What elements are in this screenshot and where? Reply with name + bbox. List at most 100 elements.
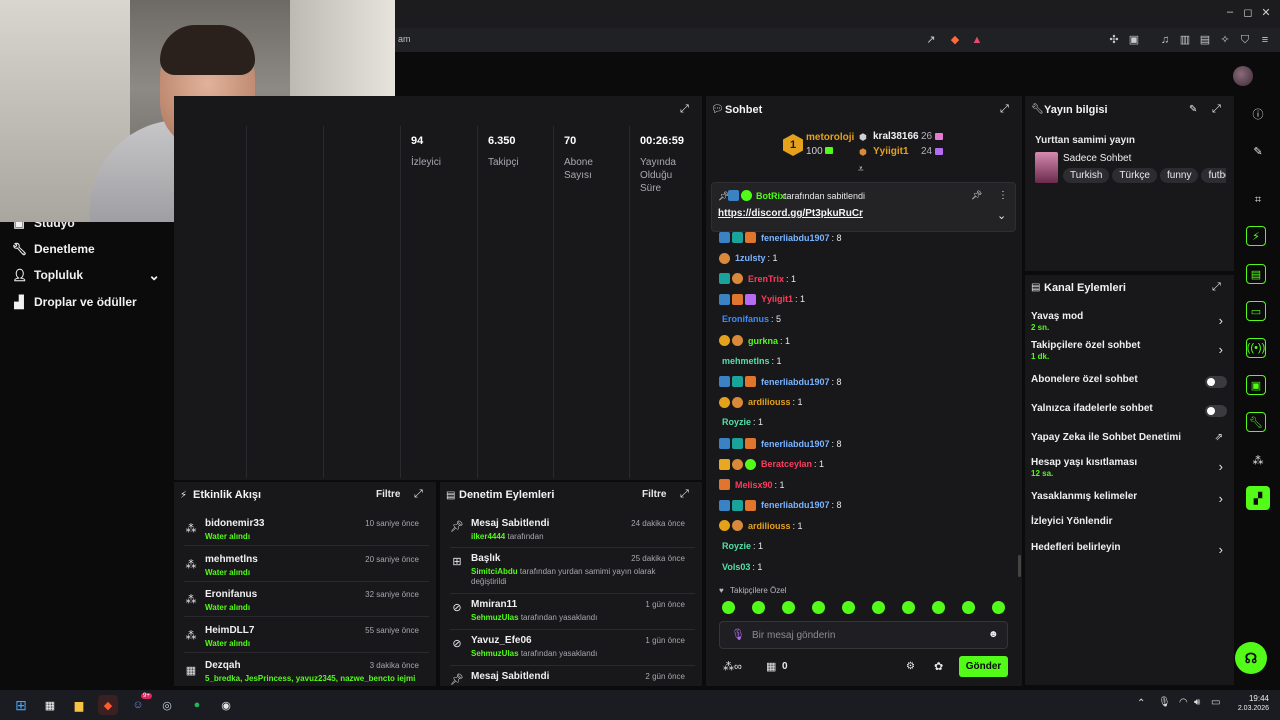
address-bar[interactable] [395,28,1280,52]
chat-username[interactable]: Vols03 [722,562,750,572]
file-explorer-icon[interactable]: ▆ [69,695,89,715]
filter-button[interactable]: Filtre [642,489,666,500]
bot-icon[interactable]: ▞ [1246,486,1270,510]
more-icon[interactable]: ⋮ [998,190,1008,201]
wrench-icon[interactable]: 🔧︎ [1246,412,1266,432]
clock-time[interactable]: 19:44 [1243,694,1269,703]
infinity-icon[interactable]: ⁂∞ [723,660,742,673]
chat-username[interactable]: Royzie [722,417,751,427]
tag[interactable]: funny [1159,168,1199,183]
chat-username[interactable]: ardiliouss [748,397,791,407]
activity-name[interactable]: mehmetlns [205,554,258,565]
expand-icon[interactable]: ⤢ [1212,103,1221,116]
minimize-button[interactable]: – [1223,6,1237,18]
community-icon[interactable]: ⁂ [1248,450,1268,470]
emote-icon[interactable] [752,601,765,614]
layout-icon[interactable]: ▣ [1246,375,1266,395]
edit-icon[interactable]: ✎ [1248,141,1268,161]
rewards-icon[interactable]: ▲ [970,33,984,47]
chevron-up-icon[interactable]: ⌃ [1137,698,1145,709]
avatar[interactable] [1233,66,1253,86]
expand-icon[interactable]: ⤢ [414,488,423,501]
task-view-icon[interactable]: ▦ [40,695,60,715]
external-link-icon[interactable]: ⇗ [1215,432,1223,443]
stream-category[interactable]: Sadece Sohbet [1063,153,1131,164]
chat-bubble-icon[interactable]: ▭ [1246,301,1266,321]
clock-date[interactable]: 2.03.2026 [1229,705,1269,712]
expand-icon[interactable]: ⤢ [1212,281,1221,294]
extensions-icon[interactable]: ✣ [1107,33,1121,47]
mod-action-name[interactable]: Başlık [471,553,500,564]
chevron-right-icon[interactable]: › [1219,491,1223,506]
chevron-right-icon[interactable]: › [1219,342,1223,357]
pin-icon[interactable]: 📌︎ [971,190,982,201]
mod-action-name[interactable]: Mesaj Sabitlendi [471,518,549,529]
channel-action-5[interactable]: Hesap yaşı kısıtlaması 12 sa. › [1031,457,1227,481]
emote-icon[interactable] [902,601,915,614]
menu-icon[interactable]: ≡ [1258,33,1272,47]
sidebar-toggle-icon[interactable]: ▥ [1178,33,1192,47]
filter-button[interactable]: Filtre [376,489,400,500]
activity-name[interactable]: HeimDLL7 [205,625,254,636]
leo-ai-icon[interactable]: ✧ [1218,33,1232,47]
maximize-button[interactable]: ◻ [1241,6,1255,19]
chat-scrollbar[interactable] [1018,555,1021,577]
battery-icon[interactable]: ▭ [1211,697,1220,708]
mic-icon[interactable]: 🎙︎ [1158,697,1171,708]
chat-username[interactable]: Yyiigit1 [761,294,793,304]
chat-username[interactable]: ardiliouss [748,521,791,531]
chat-username[interactable]: fenerliabdu1907 [761,377,830,387]
chat-username[interactable]: fenerliabdu1907 [761,233,830,243]
channel-action-3[interactable]: Yalnızca ifadelerle sohbet [1031,403,1227,419]
expand-icon[interactable]: ⤢ [1000,103,1009,116]
wallet-icon[interactable]: ▤ [1198,33,1212,47]
emote-icon[interactable] [992,601,1005,614]
emote-icon[interactable] [722,601,735,614]
expand-icon[interactable]: ⤢ [680,488,689,501]
leader-name[interactable]: metoroloji [806,132,854,143]
toggle-switch[interactable] [1205,405,1227,417]
collapse-leaderboard-icon[interactable]: ⩡ [858,164,864,175]
chat-username[interactable]: Melisx90 [735,480,773,490]
chevron-right-icon[interactable]: › [1219,313,1223,328]
mod-action-user[interactable]: SehmuzUlas [471,613,519,622]
mod-action-user[interactable]: SimitciAbdu [471,567,518,576]
activity-name[interactable]: Dezqah [205,660,241,671]
chevron-right-icon[interactable]: › [1219,459,1223,474]
wifi-icon[interactable]: ◠ [1179,697,1188,708]
channel-action-8[interactable]: Hedefleri belirleyin › [1031,542,1227,558]
tag[interactable]: Turkish [1063,168,1110,183]
leader-name[interactable]: kral38166 [873,131,919,142]
mod-action-name[interactable]: Mmiran11 [471,599,517,610]
share-icon[interactable]: ↗ [924,33,938,47]
chat-username[interactable]: Beratceylan [761,459,812,469]
capture-icon[interactable]: ⌗ [1248,190,1268,210]
chat-username[interactable]: 1zulsty [735,253,766,263]
chat-username[interactable]: mehmetlns [722,356,770,366]
send-button[interactable]: Gönder [959,656,1008,677]
activity-name[interactable]: Eronifanus [205,589,257,600]
emoji-icon[interactable]: ☻ [988,629,999,640]
chat-username[interactable]: Eronifanus [722,314,769,324]
gift-icon[interactable]: ▦ [766,660,776,673]
url-text[interactable]: am [398,34,411,44]
tag[interactable]: futbo [1201,168,1226,183]
emote-icon[interactable] [872,601,885,614]
leader-name[interactable]: Yyiigit1 [873,146,909,157]
spotify-icon[interactable]: ● [187,695,207,715]
mod-action-name[interactable]: Mesaj Sabitlendi [471,671,549,682]
expand-icon[interactable]: ⤢ [680,103,689,116]
info-icon[interactable]: ⓘ [1248,104,1268,124]
category-thumbnail[interactable] [1035,152,1058,183]
screenshot-icon[interactable]: ▣ [1127,33,1141,47]
mod-action-user[interactable]: SehmuzUlas [471,649,519,658]
close-window-button[interactable]: ✕ [1259,6,1273,19]
chevron-right-icon[interactable]: › [1219,542,1223,557]
sidebar-item-drops[interactable]: ▟ Droplar ve ödüller [12,293,136,311]
chat-username[interactable]: gurkna [748,336,778,346]
chevron-down-icon[interactable]: ⌄ [997,209,1006,222]
emote-icon[interactable] [842,601,855,614]
emote-icon[interactable] [782,601,795,614]
emote-icon[interactable] [962,601,975,614]
vpn-icon[interactable]: ⛉ [1238,33,1252,47]
